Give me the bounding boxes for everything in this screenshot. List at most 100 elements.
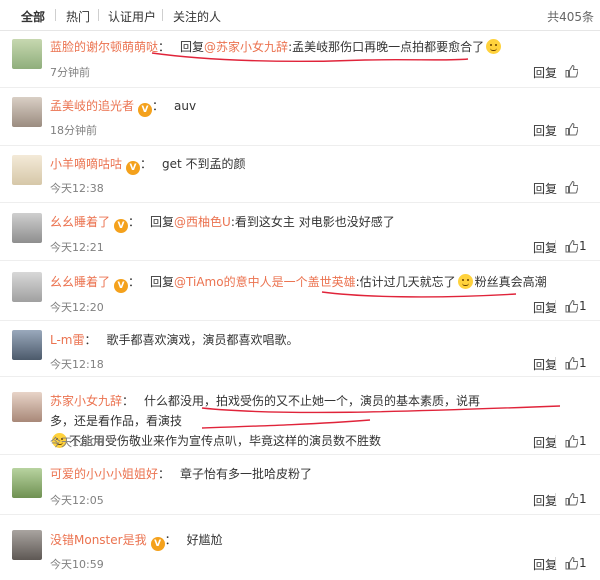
like-button[interactable]: 1 (565, 239, 597, 254)
comment-time: 今天12:20 (50, 301, 104, 314)
tab-divider (98, 9, 99, 21)
username[interactable]: 小羊嘀嘀咕咕 (50, 157, 122, 171)
vip-badge-icon: V (138, 103, 153, 117)
comment-tabs: 全部 热门 认证用户 关注的人 共405条 (0, 0, 600, 31)
thumbs-up-icon (565, 357, 578, 370)
like-count: 1 (579, 492, 587, 506)
reply-mention[interactable]: @西柚色U (174, 215, 231, 229)
like-count: 1 (579, 434, 587, 448)
comment-text: :看到这女主 对电影也没好感了 (230, 215, 395, 229)
comment-item: 没错Monster是我 V：好尴尬 今天10:59 回复 1 (0, 514, 600, 580)
tab-divider (162, 9, 163, 21)
reply-mention[interactable]: @TiAmo的意中人是一个盖世英雄 (174, 275, 356, 289)
comment-time: 今天12:18 (50, 358, 104, 371)
comment-time: 7分钟前 (50, 66, 90, 79)
thumbs-up-icon (565, 123, 578, 136)
reply-mention[interactable]: @苏家小女九辞 (204, 40, 288, 54)
username[interactable]: L-m雷 (50, 333, 85, 347)
comment-content: 没错Monster是我 V：好尴尬 (50, 533, 223, 551)
like-button[interactable]: 1 (565, 356, 597, 371)
reply-button[interactable]: 回复 (533, 299, 557, 316)
comment-text: 章子怡有多一批哈皮粉了 (180, 467, 313, 481)
username[interactable]: 幺幺睡着了 (50, 215, 110, 229)
tab-verified-users[interactable]: 认证用户 (108, 8, 156, 25)
comment-content: L-m雷： 歌手都喜欢演戏，演员都喜欢唱歌。 (50, 333, 299, 347)
comment-text: 歌手都喜欢演戏，演员都喜欢唱歌。 (106, 333, 299, 347)
action-divider (555, 300, 556, 312)
thumbs-up-icon (565, 300, 578, 313)
thumbs-up-icon (565, 65, 578, 78)
thumbs-up-icon (565, 435, 578, 448)
reply-prefix: 回复 (180, 40, 205, 54)
reply-button[interactable]: 回复 (533, 64, 557, 81)
like-count: 1 (579, 299, 587, 313)
like-button[interactable]: 1 (565, 492, 597, 507)
reply-button[interactable]: 回复 (533, 434, 557, 451)
vip-badge-icon: V (150, 537, 165, 551)
comment-text: auv (174, 99, 197, 113)
avatar[interactable] (12, 468, 42, 498)
comment-total: 共405条 (547, 10, 594, 24)
comment-item: 幺幺睡着了 V：回复@西柚色U:看到这女主 对电影也没好感了 今天12:21 回复… (0, 202, 600, 261)
avatar[interactable] (12, 392, 42, 422)
reply-prefix: 回复 (150, 275, 175, 289)
like-button[interactable] (565, 65, 597, 79)
reply-button[interactable]: 回复 (533, 556, 557, 573)
comment-time: 18分钟前 (50, 124, 97, 137)
username[interactable]: 苏家小女九辞 (50, 394, 122, 408)
grinning-emoji-icon (457, 274, 473, 289)
avatar[interactable] (12, 272, 42, 302)
like-button[interactable] (565, 181, 597, 195)
reply-button[interactable]: 回复 (533, 180, 557, 197)
comment-content: 孟美岐的追光者 V： auv (50, 99, 197, 117)
thumbs-up-icon (565, 181, 578, 194)
reply-button[interactable]: 回复 (533, 492, 557, 509)
action-divider (555, 357, 556, 369)
reply-button[interactable]: 回复 (533, 356, 557, 373)
comment-time: 今天12:21 (50, 241, 104, 254)
comment-text-tail: 粉丝真会高潮 (474, 275, 547, 289)
comment-item: 蓝脸的谢尔顿萌萌哒： 回复@苏家小女九辞:孟美岐那伤口再晚一点拍都要愈合了 7分钟… (0, 31, 600, 88)
username[interactable]: 幺幺睡着了 (50, 275, 110, 289)
comment-text: :孟美岐那伤口再晚一点拍都要愈合了 (288, 40, 485, 54)
tab-following[interactable]: 关注的人 (173, 8, 221, 25)
action-divider (555, 557, 556, 569)
reply-button[interactable]: 回复 (533, 122, 557, 139)
vip-badge-icon: V (126, 161, 141, 175)
like-count: 1 (579, 356, 587, 370)
comment-item: 可爱的小小小姐姐好： 章子怡有多一批哈皮粉了 今天12:05 回复 1 (0, 454, 600, 515)
like-button[interactable]: 1 (565, 434, 597, 449)
action-divider (555, 493, 556, 505)
comment-text: 好尴尬 (186, 533, 223, 547)
vip-badge-icon: V (114, 279, 129, 293)
avatar[interactable] (12, 39, 42, 69)
reply-button[interactable]: 回复 (533, 239, 557, 256)
username[interactable]: 可爱的小小小姐姐好 (50, 467, 158, 481)
avatar[interactable] (12, 530, 42, 560)
comment-time: 今天12:05 (50, 494, 104, 507)
tab-all[interactable]: 全部 (21, 8, 45, 25)
tab-hot[interactable]: 热门 (66, 8, 90, 25)
thumbs-up-icon (565, 240, 578, 253)
avatar[interactable] (12, 155, 42, 185)
like-button[interactable]: 1 (565, 556, 597, 571)
laughing-emoji-icon (486, 39, 502, 54)
comment-text: get 不到孟的颜 (162, 157, 246, 171)
like-count: 1 (579, 239, 587, 253)
comment-item: L-m雷： 歌手都喜欢演戏，演员都喜欢唱歌。 今天12:18 回复 1 (0, 320, 600, 377)
username[interactable]: 孟美岐的追光者 (50, 99, 134, 113)
avatar[interactable] (12, 330, 42, 360)
comment-item: 苏家小女九辞： 什么都没用，拍戏受伤的又不止她一个，演员的基本素质，说再多，还是看… (0, 376, 600, 455)
username[interactable]: 蓝脸的谢尔顿萌萌哒 (50, 40, 158, 54)
comment-content: 可爱的小小小姐姐好： 章子怡有多一批哈皮粉了 (50, 467, 313, 481)
comment-item: 孟美岐的追光者 V： auv 18分钟前 回复 (0, 87, 600, 146)
username[interactable]: 没错Monster是我 (50, 533, 147, 547)
action-divider (555, 240, 556, 252)
like-button[interactable] (565, 123, 597, 137)
like-button[interactable]: 1 (565, 299, 597, 314)
comment-text-line2: 不能用受伤敬业来作为宣传点叭，毕竟这样的演员数不胜数 (69, 434, 382, 448)
avatar[interactable] (12, 97, 42, 127)
comment-item: 小羊嘀嘀咕咕 V： get 不到孟的颜 今天12:38 回复 (0, 145, 600, 203)
avatar[interactable] (12, 213, 42, 243)
comment-time: 今天10:59 (50, 558, 104, 571)
